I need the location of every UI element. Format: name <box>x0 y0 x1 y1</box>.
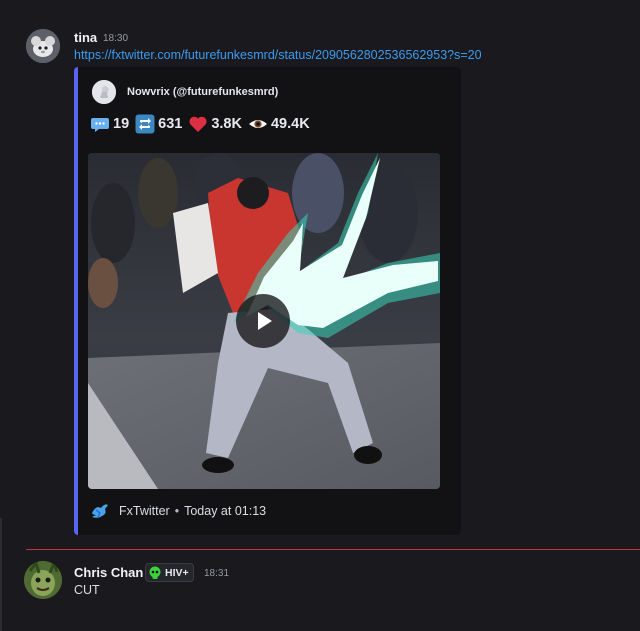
embed-author[interactable]: Nowvrix (@futurefunkesmrd) <box>92 79 278 105</box>
stat-replies: 19 <box>90 114 129 134</box>
stat-retweets: 631 <box>135 114 182 134</box>
message-timestamp: 18:30 <box>103 33 129 44</box>
embed-source: FxTwitter <box>119 504 170 518</box>
views-count: 49.4K <box>270 116 310 132</box>
message-chris: Chris Chan HIV+ 18:31 CUT <box>0 555 640 631</box>
tweet-embed: Nowvrix (@futurefunkesmrd) 19 631 3.8K 4… <box>74 67 461 535</box>
new-messages-divider <box>26 549 640 550</box>
tweet-link[interactable]: https://fxtwitter.com/futurefunkesmrd/st… <box>74 48 482 62</box>
likes-count: 3.8K <box>211 116 242 132</box>
eye-icon <box>248 120 267 128</box>
message-timestamp: 18:31 <box>204 568 230 579</box>
stat-views: 49.4K <box>248 114 310 134</box>
avatar-image <box>24 561 62 599</box>
username[interactable]: tina <box>74 30 97 45</box>
play-button[interactable] <box>236 294 290 348</box>
avatar[interactable] <box>24 561 62 599</box>
embed-author-name: Nowvrix (@futurefunkesmrd) <box>127 86 279 98</box>
role-badge[interactable]: HIV+ <box>145 563 194 582</box>
play-icon <box>258 312 272 330</box>
avatar[interactable] <box>26 29 60 63</box>
replies-count: 19 <box>113 116 130 132</box>
tweet-video[interactable] <box>88 153 440 489</box>
skull-icon <box>149 566 161 579</box>
retweet-icon <box>135 114 155 134</box>
fxtwitter-bird-icon <box>92 504 108 518</box>
footer-separator: • <box>174 504 180 518</box>
stat-likes: 3.8K <box>188 114 242 134</box>
role-badge-label: HIV+ <box>165 566 189 579</box>
embed-footer: FxTwitter • Today at 01:13 <box>90 501 266 521</box>
heart-icon <box>189 116 207 132</box>
speech-bubble-icon <box>91 118 109 132</box>
retweets-count: 631 <box>158 116 183 132</box>
tweet-stats: 19 631 3.8K 49.4K <box>90 114 316 134</box>
embed-time: Today at 01:13 <box>184 504 267 518</box>
message-tina: tina 18:30 https://fxtwitter.com/futuref… <box>0 0 640 545</box>
username[interactable]: Chris Chan <box>74 565 143 580</box>
message-text: CUT <box>74 583 100 597</box>
author-avatar <box>92 80 116 104</box>
chat-view: tina 18:30 https://fxtwitter.com/futuref… <box>0 0 640 631</box>
avatar-image <box>26 29 60 63</box>
